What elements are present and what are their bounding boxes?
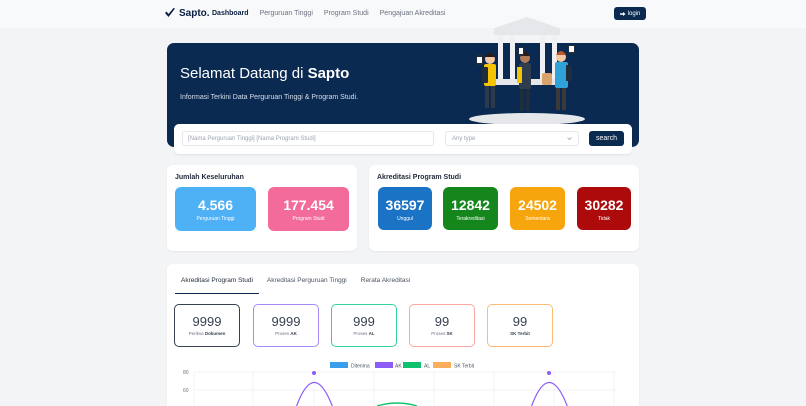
brand-logo[interactable]: Sapto.	[164, 7, 210, 19]
series-line-ak-2	[531, 382, 568, 406]
search-bar: [Nama Perguruan Tinggi] [Nama Program St…	[174, 124, 632, 154]
login-icon	[619, 11, 626, 16]
stat-label: Perguruan Tinggi	[196, 216, 235, 222]
tab-akreditasi-program-studi[interactable]: Akreditasi Program Studi	[175, 277, 259, 294]
stat-value: 4.566	[197, 197, 234, 213]
top-nav: Sapto. Dashboard Perguruan Tinggi Progra…	[0, 0, 806, 28]
tab-rerata-akreditasi[interactable]: Rerata Akreditasi	[355, 277, 417, 294]
stat-label: Unggul	[397, 216, 413, 222]
legend-swatch-sk-terbit	[433, 362, 451, 368]
stat-label: Tidak	[597, 216, 611, 222]
akreditasi-card: Akreditasi Program Studi 36597 Unggul 12…	[369, 165, 639, 251]
mini-label: Proses SK	[431, 331, 453, 336]
type-select-value: Any type	[452, 135, 476, 142]
stat-sementara[interactable]: 24502 Sementara	[510, 187, 565, 230]
mini-proses-sk[interactable]: 99 Proses SK	[409, 304, 475, 347]
akreditasi-title: Akreditasi Program Studi	[377, 174, 462, 181]
legend-label-diterima: Diterima	[351, 364, 370, 370]
y-tick-60: 60	[183, 388, 189, 394]
stat-value: 36597	[385, 197, 425, 213]
mini-sk-terbit[interactable]: 99 SK Terbit	[487, 304, 553, 347]
stat-label: Program Studi	[292, 216, 325, 222]
totals-title: Jumlah Keseluruhan	[175, 174, 244, 181]
mini-value: 99	[434, 314, 450, 329]
legend-swatch-al	[403, 362, 421, 368]
check-logo-icon	[165, 8, 175, 17]
series-point-ak-1	[312, 371, 316, 375]
hero-subtitle: Informasi Terkini Data Perguruan Tinggi …	[180, 94, 359, 101]
mini-label: Periksa Dokumen	[188, 331, 226, 336]
chart-grid	[193, 371, 617, 406]
nav-link-perguruan-tinggi[interactable]: Perguruan Tinggi	[260, 10, 313, 17]
stat-tidak[interactable]: 30282 Tidak	[577, 187, 631, 230]
tab-akreditasi-perguruan-tinggi[interactable]: Akreditasi Perguruan Tinggi	[261, 277, 353, 294]
series-point-ak-2	[547, 371, 551, 375]
mini-proses-ak[interactable]: 9999 Proses AK	[253, 304, 319, 347]
search-button[interactable]: search	[589, 131, 624, 146]
mini-value: 9999	[271, 314, 301, 329]
chevron-down-icon	[567, 137, 572, 141]
nav-links: Dashboard Perguruan Tinggi Program Studi…	[212, 10, 456, 17]
stat-value: 12842	[451, 197, 490, 213]
mini-proses-al[interactable]: 999 Proses AL	[331, 304, 397, 347]
mini-value: 9999	[192, 314, 222, 329]
mini-periksa-dokumen[interactable]: 9999 Periksa Dokumen	[174, 304, 240, 347]
stat-perguruan-tinggi[interactable]: 4.566 Perguruan Tinggi	[175, 187, 256, 231]
mini-value: 999	[353, 314, 375, 329]
y-tick-80: 80	[183, 370, 189, 376]
stat-value: 24502	[518, 197, 557, 213]
hero-title: Selamat Datang di Sapto	[180, 65, 349, 82]
nav-link-dashboard[interactable]: Dashboard	[212, 10, 249, 17]
login-button[interactable]: login	[614, 7, 646, 20]
search-input[interactable]: [Nama Perguruan Tinggi] [Nama Program St…	[182, 131, 434, 146]
nav-link-program-studi[interactable]: Program Studi	[324, 10, 369, 17]
students-illustration	[469, 17, 585, 125]
stat-label: Sementara	[525, 216, 550, 222]
stat-program-studi[interactable]: 177.454 Program Studi	[268, 187, 349, 231]
nav-link-pengajuan-akreditasi[interactable]: Pengajuan Akreditasi	[380, 10, 446, 17]
type-select[interactable]: Any type	[445, 131, 579, 146]
legend-label-sk-terbit: SK Terbit	[454, 364, 475, 370]
mini-value: 99	[512, 314, 528, 329]
legend-swatch-diterima	[330, 362, 348, 368]
legend-label-ak: AK	[395, 364, 402, 370]
hero-title-prefix: Selamat Datang di	[180, 65, 304, 82]
totals-card: Jumlah Keseluruhan 4.566 Perguruan Tingg…	[167, 165, 357, 251]
hero-title-brand: Sapto	[307, 65, 350, 82]
mini-label: Proses AK	[275, 331, 297, 336]
stat-value: 30282	[584, 197, 624, 213]
series-line-ak	[296, 382, 333, 406]
chart-legend: Diterima AK AL SK Terbit	[330, 362, 475, 370]
stat-terakreditasi[interactable]: 12842 Terakreditasi	[443, 187, 498, 230]
stat-unggul[interactable]: 36597 Unggul	[378, 187, 432, 230]
login-label: login	[627, 10, 641, 17]
stat-value: 177.454	[283, 197, 334, 213]
panel-tabs: Akreditasi Program Studi Akreditasi Perg…	[175, 277, 418, 294]
mini-label: Proses AL	[353, 331, 375, 336]
stat-label: Terakreditasi	[456, 216, 485, 222]
status-chart: Diterima AK AL SK Terbit 80 60	[183, 362, 617, 406]
status-panel: Akreditasi Program Studi Akreditasi Perg…	[167, 264, 639, 406]
brand-name: Sapto.	[179, 7, 210, 19]
legend-label-al: AL	[424, 364, 430, 370]
mini-label: SK Terbit	[510, 331, 530, 336]
legend-swatch-ak	[375, 362, 393, 368]
